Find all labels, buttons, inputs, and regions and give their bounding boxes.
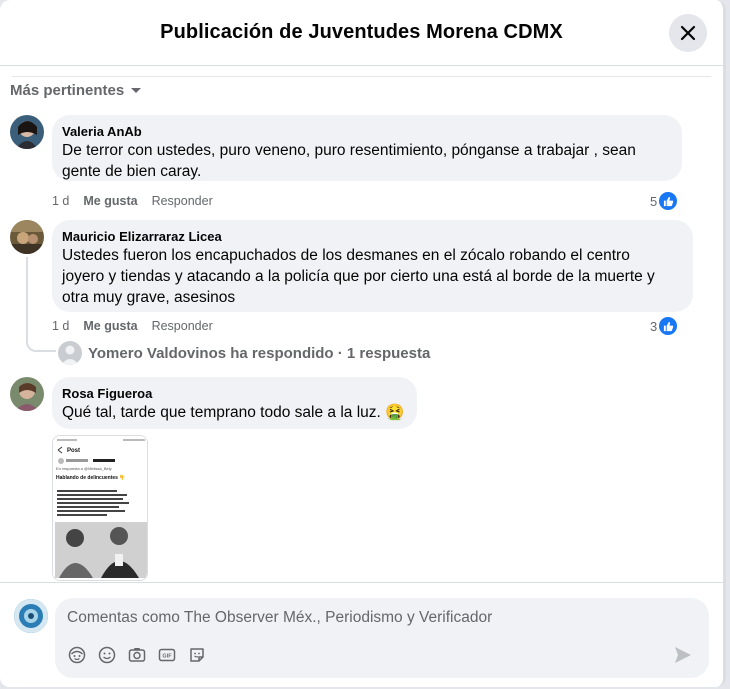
post-dialog: Publicación de Juventudes Morena CDMX Má… [0,0,726,687]
avatar-sticker-button[interactable] [67,645,87,665]
emoji-button[interactable] [97,645,117,665]
comment-text: De terror con ustedes, puro veneno, puro… [62,142,636,159]
reaction-number: 5 [650,193,658,209]
comment-input-box: GIF [55,598,709,678]
composer-toolbar: GIF [67,645,207,665]
attachment-heading: Hablando de delincuentes 👇 [56,474,126,481]
reaction-number: 3 [650,318,658,334]
avatar-sticker-icon [68,646,86,664]
comment-bubble: Valeria AnAb De terror con ustedes, puro… [52,115,682,181]
dialog-header: Publicación de Juventudes Morena CDMX [0,0,723,66]
comment-input[interactable] [67,609,667,627]
gif-button[interactable]: GIF [157,645,177,665]
camera-icon [128,648,146,662]
avatar[interactable] [10,115,44,149]
comment-author[interactable]: Rosa Figueroa [62,385,405,402]
comment-text: Ustedes fueron los encapuchados de los d… [62,247,630,264]
comment-author[interactable]: Valeria AnAb [62,123,670,140]
replies-summary: Yomero Valdovinos ha respondido · 1 resp… [88,344,431,362]
comment-time[interactable]: 1 d [52,194,69,208]
comment-bubble: Mauricio Elizarraraz Licea Ustedes fuero… [52,220,693,312]
comment-actions: 1 d Me gusta Responder [52,319,213,333]
close-button[interactable] [669,14,707,52]
sticker-button[interactable] [187,645,207,665]
comment-text: Qué tal, tarde que temprano todo sale a … [62,404,405,421]
comment-text: joyero y tiendas y atacando a la policía… [62,268,655,285]
comment-author[interactable]: Mauricio Elizarraraz Licea [62,228,681,245]
avatar[interactable] [10,220,44,254]
reaction-count[interactable]: 5 [650,192,678,210]
close-icon [680,25,696,41]
comment-text: gente de bien caray. [62,163,202,180]
camera-button[interactable] [127,645,147,665]
view-replies-link[interactable]: Yomero Valdovinos ha respondido · 1 resp… [58,341,430,365]
comment-attachment-image[interactable]: Post En respuesta a @Melissa_Bely Hablan… [52,435,148,581]
svg-text:GIF: GIF [162,654,172,660]
sort-label: Más pertinentes [10,82,125,99]
screenshot-thumbnail: Post En respuesta a @Melissa_Bely Hablan… [53,436,147,580]
send-icon [675,647,691,663]
reply-button[interactable]: Responder [152,194,213,208]
thread-line [26,257,56,352]
like-button[interactable]: Me gusta [83,194,137,208]
divider [12,76,711,77]
send-button[interactable] [673,645,695,667]
sort-dropdown[interactable]: Más pertinentes [10,82,142,99]
thumbs-up-icon [659,317,678,335]
comments-list[interactable]: Más pertinentes Valeria AnAb De terror c… [0,67,723,582]
avatar [58,341,82,365]
reply-button[interactable]: Responder [152,319,213,333]
caret-down-icon [131,87,142,93]
like-button[interactable]: Me gusta [83,319,137,333]
gif-icon: GIF [158,648,176,662]
dialog-title: Publicación de Juventudes Morena CDMX [160,21,563,43]
reaction-count[interactable]: 3 [650,317,678,335]
attachment-title: Post [67,448,80,454]
sticker-icon [190,648,204,662]
avatar[interactable] [14,599,48,633]
comment-bubble: Rosa Figueroa Qué tal, tarde que tempran… [52,377,417,429]
avatar[interactable] [10,377,44,411]
thumbs-up-icon [659,192,678,210]
comment-text: otra muy grave, asesinos [62,289,236,306]
comment-actions: 1 d Me gusta Responder [52,194,213,208]
comment-composer: GIF [0,582,723,687]
attachment-reply-to: En respuesta a @Melissa_Bely [56,466,112,471]
emoji-icon [98,646,116,664]
